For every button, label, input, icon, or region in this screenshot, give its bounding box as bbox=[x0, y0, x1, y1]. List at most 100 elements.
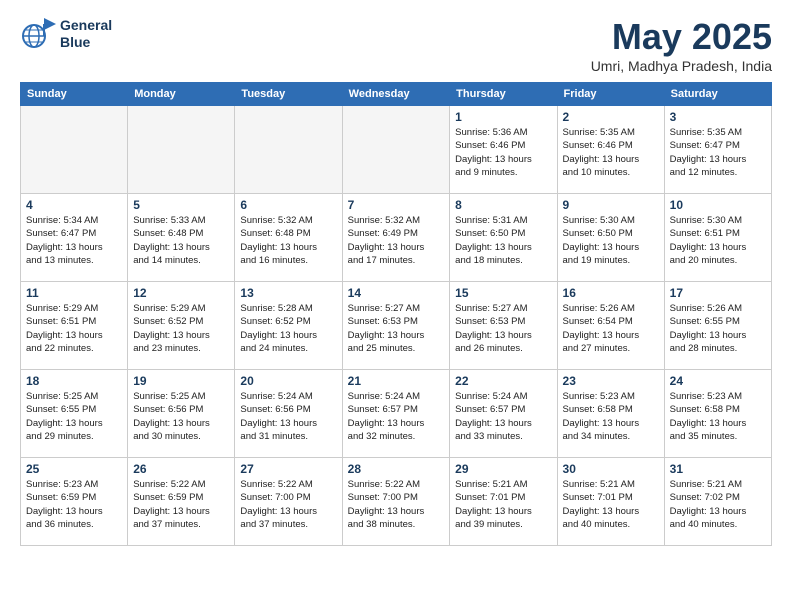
calendar-cell: 17Sunrise: 5:26 AM Sunset: 6:55 PM Dayli… bbox=[664, 282, 771, 370]
day-info: Sunrise: 5:22 AM Sunset: 7:00 PM Dayligh… bbox=[240, 478, 336, 531]
day-number: 15 bbox=[455, 286, 551, 300]
day-number: 28 bbox=[348, 462, 445, 476]
day-number: 16 bbox=[563, 286, 659, 300]
week-row-3: 11Sunrise: 5:29 AM Sunset: 6:51 PM Dayli… bbox=[21, 282, 772, 370]
day-info: Sunrise: 5:23 AM Sunset: 6:58 PM Dayligh… bbox=[563, 390, 659, 443]
location: Umri, Madhya Pradesh, India bbox=[591, 58, 772, 74]
day-number: 12 bbox=[133, 286, 229, 300]
day-info: Sunrise: 5:36 AM Sunset: 6:46 PM Dayligh… bbox=[455, 126, 551, 179]
day-number: 22 bbox=[455, 374, 551, 388]
day-info: Sunrise: 5:25 AM Sunset: 6:55 PM Dayligh… bbox=[26, 390, 122, 443]
day-info: Sunrise: 5:30 AM Sunset: 6:51 PM Dayligh… bbox=[670, 214, 766, 267]
calendar-cell: 2 Sunrise: 5:35 AM Sunset: 6:46 PM Daylig… bbox=[557, 106, 664, 194]
calendar-cell: 31Sunrise: 5:21 AM Sunset: 7:02 PM Dayli… bbox=[664, 458, 771, 546]
logo-icon bbox=[20, 16, 56, 52]
day-number: 24 bbox=[670, 374, 766, 388]
week-row-2: 4 Sunrise: 5:34 AM Sunset: 6:47 PM Daylig… bbox=[21, 194, 772, 282]
calendar-cell: 10 Sunrise: 5:30 AM Sunset: 6:51 PM Dayli… bbox=[664, 194, 771, 282]
day-info: Sunrise: 5:33 AM Sunset: 6:48 PM Dayligh… bbox=[133, 214, 229, 267]
calendar-cell: 5 Sunrise: 5:33 AM Sunset: 6:48 PM Daylig… bbox=[128, 194, 235, 282]
day-info: Sunrise: 5:25 AM Sunset: 6:56 PM Dayligh… bbox=[133, 390, 229, 443]
day-number: 23 bbox=[563, 374, 659, 388]
day-info: Sunrise: 5:31 AM Sunset: 6:50 PM Dayligh… bbox=[455, 214, 551, 267]
day-info: Sunrise: 5:28 AM Sunset: 6:52 PM Dayligh… bbox=[240, 302, 336, 355]
day-number: 10 bbox=[670, 198, 766, 212]
day-number: 14 bbox=[348, 286, 445, 300]
calendar-cell: 7Sunrise: 5:32 AM Sunset: 6:49 PM Daylig… bbox=[342, 194, 450, 282]
weekday-header-thursday: Thursday bbox=[450, 83, 557, 106]
calendar-cell: 21 Sunrise: 5:24 AM Sunset: 6:57 PM Dayli… bbox=[342, 370, 450, 458]
calendar-cell bbox=[128, 106, 235, 194]
week-row-1: 1 Sunrise: 5:36 AM Sunset: 6:46 PM Daylig… bbox=[21, 106, 772, 194]
calendar-cell: 25Sunrise: 5:23 AM Sunset: 6:59 PM Dayli… bbox=[21, 458, 128, 546]
calendar-cell: 11Sunrise: 5:29 AM Sunset: 6:51 PM Dayli… bbox=[21, 282, 128, 370]
weekday-header-friday: Friday bbox=[557, 83, 664, 106]
calendar-cell: 12 Sunrise: 5:29 AM Sunset: 6:52 PM Dayli… bbox=[128, 282, 235, 370]
day-number: 26 bbox=[133, 462, 229, 476]
calendar-cell bbox=[342, 106, 450, 194]
calendar-table: SundayMondayTuesdayWednesdayThursdayFrid… bbox=[20, 82, 772, 546]
weekday-header-row: SundayMondayTuesdayWednesdayThursdayFrid… bbox=[21, 83, 772, 106]
weekday-header-monday: Monday bbox=[128, 83, 235, 106]
day-info: Sunrise: 5:24 AM Sunset: 6:56 PM Dayligh… bbox=[240, 390, 336, 443]
day-number: 29 bbox=[455, 462, 551, 476]
calendar-cell: 20 Sunrise: 5:24 AM Sunset: 6:56 PM Dayli… bbox=[235, 370, 342, 458]
day-info: Sunrise: 5:35 AM Sunset: 6:46 PM Dayligh… bbox=[563, 126, 659, 179]
day-info: Sunrise: 5:32 AM Sunset: 6:48 PM Dayligh… bbox=[240, 214, 336, 267]
day-number: 8 bbox=[455, 198, 551, 212]
day-number: 19 bbox=[133, 374, 229, 388]
calendar-cell: 28 Sunrise: 5:22 AM Sunset: 7:00 PM Dayli… bbox=[342, 458, 450, 546]
day-info: Sunrise: 5:32 AM Sunset: 6:49 PM Dayligh… bbox=[348, 214, 445, 267]
day-info: Sunrise: 5:23 AM Sunset: 6:59 PM Dayligh… bbox=[26, 478, 122, 531]
calendar-cell: 24Sunrise: 5:23 AM Sunset: 6:58 PM Dayli… bbox=[664, 370, 771, 458]
day-info: Sunrise: 5:22 AM Sunset: 7:00 PM Dayligh… bbox=[348, 478, 445, 531]
day-info: Sunrise: 5:29 AM Sunset: 6:51 PM Dayligh… bbox=[26, 302, 122, 355]
calendar-cell: 18 Sunrise: 5:25 AM Sunset: 6:55 PM Dayli… bbox=[21, 370, 128, 458]
day-info: Sunrise: 5:30 AM Sunset: 6:50 PM Dayligh… bbox=[563, 214, 659, 267]
day-number: 27 bbox=[240, 462, 336, 476]
calendar-cell bbox=[21, 106, 128, 194]
day-number: 21 bbox=[348, 374, 445, 388]
calendar-cell: 1 Sunrise: 5:36 AM Sunset: 6:46 PM Daylig… bbox=[450, 106, 557, 194]
day-info: Sunrise: 5:26 AM Sunset: 6:54 PM Dayligh… bbox=[563, 302, 659, 355]
page-header: General Blue May 2025 Umri, Madhya Prade… bbox=[20, 16, 772, 74]
day-number: 1 bbox=[455, 110, 551, 124]
calendar-cell: 27 Sunrise: 5:22 AM Sunset: 7:00 PM Dayli… bbox=[235, 458, 342, 546]
day-number: 5 bbox=[133, 198, 229, 212]
day-info: Sunrise: 5:35 AM Sunset: 6:47 PM Dayligh… bbox=[670, 126, 766, 179]
calendar-cell: 15Sunrise: 5:27 AM Sunset: 6:53 PM Dayli… bbox=[450, 282, 557, 370]
day-info: Sunrise: 5:34 AM Sunset: 6:47 PM Dayligh… bbox=[26, 214, 122, 267]
calendar-cell: 9Sunrise: 5:30 AM Sunset: 6:50 PM Daylig… bbox=[557, 194, 664, 282]
day-info: Sunrise: 5:27 AM Sunset: 6:53 PM Dayligh… bbox=[348, 302, 445, 355]
day-number: 6 bbox=[240, 198, 336, 212]
day-number: 30 bbox=[563, 462, 659, 476]
day-info: Sunrise: 5:21 AM Sunset: 7:01 PM Dayligh… bbox=[455, 478, 551, 531]
day-number: 13 bbox=[240, 286, 336, 300]
day-number: 2 bbox=[563, 110, 659, 124]
calendar-cell: 30Sunrise: 5:21 AM Sunset: 7:01 PM Dayli… bbox=[557, 458, 664, 546]
calendar-cell: 22Sunrise: 5:24 AM Sunset: 6:57 PM Dayli… bbox=[450, 370, 557, 458]
calendar-cell: 14 Sunrise: 5:27 AM Sunset: 6:53 PM Dayli… bbox=[342, 282, 450, 370]
calendar-cell: 19 Sunrise: 5:25 AM Sunset: 6:56 PM Dayli… bbox=[128, 370, 235, 458]
day-number: 17 bbox=[670, 286, 766, 300]
week-row-4: 18 Sunrise: 5:25 AM Sunset: 6:55 PM Dayli… bbox=[21, 370, 772, 458]
calendar-cell: 23 Sunrise: 5:23 AM Sunset: 6:58 PM Dayli… bbox=[557, 370, 664, 458]
calendar-cell bbox=[235, 106, 342, 194]
calendar-cell: 13 Sunrise: 5:28 AM Sunset: 6:52 PM Dayli… bbox=[235, 282, 342, 370]
calendar-cell: 26 Sunrise: 5:22 AM Sunset: 6:59 PM Dayli… bbox=[128, 458, 235, 546]
day-number: 20 bbox=[240, 374, 336, 388]
weekday-header-tuesday: Tuesday bbox=[235, 83, 342, 106]
day-number: 3 bbox=[670, 110, 766, 124]
day-info: Sunrise: 5:22 AM Sunset: 6:59 PM Dayligh… bbox=[133, 478, 229, 531]
day-number: 18 bbox=[26, 374, 122, 388]
weekday-header-wednesday: Wednesday bbox=[342, 83, 450, 106]
day-info: Sunrise: 5:29 AM Sunset: 6:52 PM Dayligh… bbox=[133, 302, 229, 355]
logo-text: General Blue bbox=[60, 17, 112, 51]
day-info: Sunrise: 5:24 AM Sunset: 6:57 PM Dayligh… bbox=[348, 390, 445, 443]
calendar-cell: 3 Sunrise: 5:35 AM Sunset: 6:47 PM Daylig… bbox=[664, 106, 771, 194]
month-title: May 2025 bbox=[591, 16, 772, 58]
day-number: 4 bbox=[26, 198, 122, 212]
day-number: 31 bbox=[670, 462, 766, 476]
logo: General Blue bbox=[20, 16, 112, 52]
calendar-cell: 8 Sunrise: 5:31 AM Sunset: 6:50 PM Daylig… bbox=[450, 194, 557, 282]
